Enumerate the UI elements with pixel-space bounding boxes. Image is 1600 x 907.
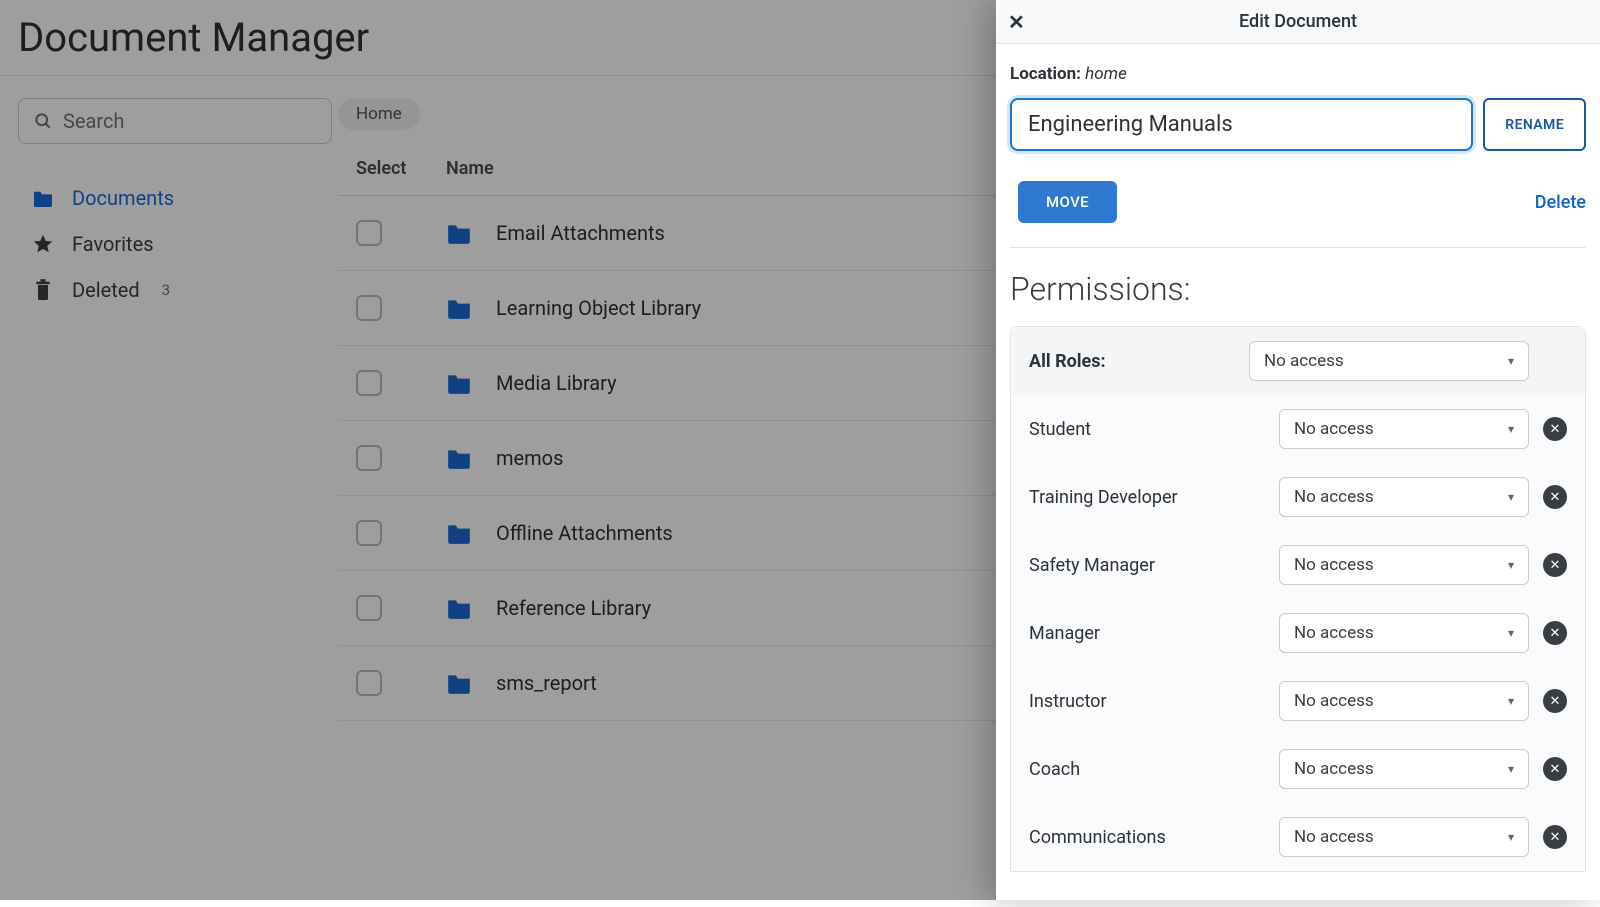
perm-row-all-roles: All Roles: No access ▾ ✕	[1011, 327, 1585, 395]
close-icon[interactable]: ✕	[1008, 10, 1025, 34]
perm-label: Student	[1029, 419, 1265, 440]
chevron-down-icon: ▾	[1508, 490, 1514, 504]
permissions-heading: Permissions:	[1010, 270, 1586, 308]
perm-select-value: No access	[1294, 555, 1374, 575]
delete-link[interactable]: Delete	[1535, 192, 1586, 213]
panel-title: Edit Document	[1239, 11, 1357, 32]
rename-button[interactable]: RENAME	[1483, 98, 1586, 151]
panel-header: ✕ Edit Document	[996, 0, 1600, 44]
perm-remove-icon[interactable]: ✕	[1543, 417, 1567, 441]
location-value: home	[1085, 64, 1127, 84]
chevron-down-icon: ▾	[1508, 694, 1514, 708]
chevron-down-icon: ▾	[1508, 762, 1514, 776]
perm-label-all-roles: All Roles:	[1029, 351, 1235, 372]
perm-row: Manager No access ▾ ✕	[1011, 599, 1585, 667]
perm-label: Coach	[1029, 759, 1265, 780]
chevron-down-icon: ▾	[1508, 830, 1514, 844]
perm-select[interactable]: No access ▾	[1279, 613, 1529, 653]
perm-select-value: No access	[1294, 487, 1374, 507]
perm-select-value: No access	[1294, 691, 1374, 711]
perm-select-value: No access	[1294, 419, 1374, 439]
perm-label: Training Developer	[1029, 487, 1265, 508]
perm-row: Coach No access ▾ ✕	[1011, 735, 1585, 803]
perm-row: Instructor No access ▾ ✕	[1011, 667, 1585, 735]
perm-label: Instructor	[1029, 691, 1265, 712]
perm-remove-icon[interactable]: ✕	[1543, 621, 1567, 645]
perm-row: Safety Manager No access ▾ ✕	[1011, 531, 1585, 599]
perm-row: Communications No access ▾ ✕	[1011, 803, 1585, 871]
perm-select-value: No access	[1294, 623, 1374, 643]
perm-remove-icon[interactable]: ✕	[1543, 485, 1567, 509]
location-line: Location: home	[1010, 64, 1586, 84]
perm-remove-icon[interactable]: ✕	[1543, 757, 1567, 781]
chevron-down-icon: ▾	[1508, 422, 1514, 436]
perm-select[interactable]: No access ▾	[1279, 409, 1529, 449]
chevron-down-icon: ▾	[1508, 558, 1514, 572]
perm-remove-icon[interactable]: ✕	[1543, 825, 1567, 849]
perm-remove-icon[interactable]: ✕	[1543, 553, 1567, 577]
perm-select-value: No access	[1294, 827, 1374, 847]
perm-select[interactable]: No access ▾	[1279, 749, 1529, 789]
perm-select[interactable]: No access ▾	[1279, 477, 1529, 517]
perm-label: Safety Manager	[1029, 555, 1265, 576]
perm-select[interactable]: No access ▾	[1279, 681, 1529, 721]
perm-label: Communications	[1029, 827, 1265, 848]
perm-row: Student No access ▾ ✕	[1011, 395, 1585, 463]
perm-select-all-roles[interactable]: No access ▾	[1249, 341, 1529, 381]
edit-document-panel: ✕ Edit Document Location: home RENAME MO…	[996, 0, 1600, 900]
document-name-input[interactable]	[1010, 98, 1473, 151]
perm-select-value: No access	[1294, 759, 1374, 779]
perm-select[interactable]: No access ▾	[1279, 545, 1529, 585]
location-label: Location:	[1010, 64, 1081, 84]
permissions-box: All Roles: No access ▾ ✕ Student No acces…	[1010, 326, 1586, 872]
chevron-down-icon: ▾	[1508, 354, 1514, 368]
perm-select-value: No access	[1264, 351, 1344, 371]
chevron-down-icon: ▾	[1508, 626, 1514, 640]
move-button[interactable]: MOVE	[1018, 181, 1117, 223]
perm-remove-icon[interactable]: ✕	[1543, 689, 1567, 713]
perm-row: Training Developer No access ▾ ✕	[1011, 463, 1585, 531]
perm-label: Manager	[1029, 623, 1265, 644]
perm-select[interactable]: No access ▾	[1279, 817, 1529, 857]
